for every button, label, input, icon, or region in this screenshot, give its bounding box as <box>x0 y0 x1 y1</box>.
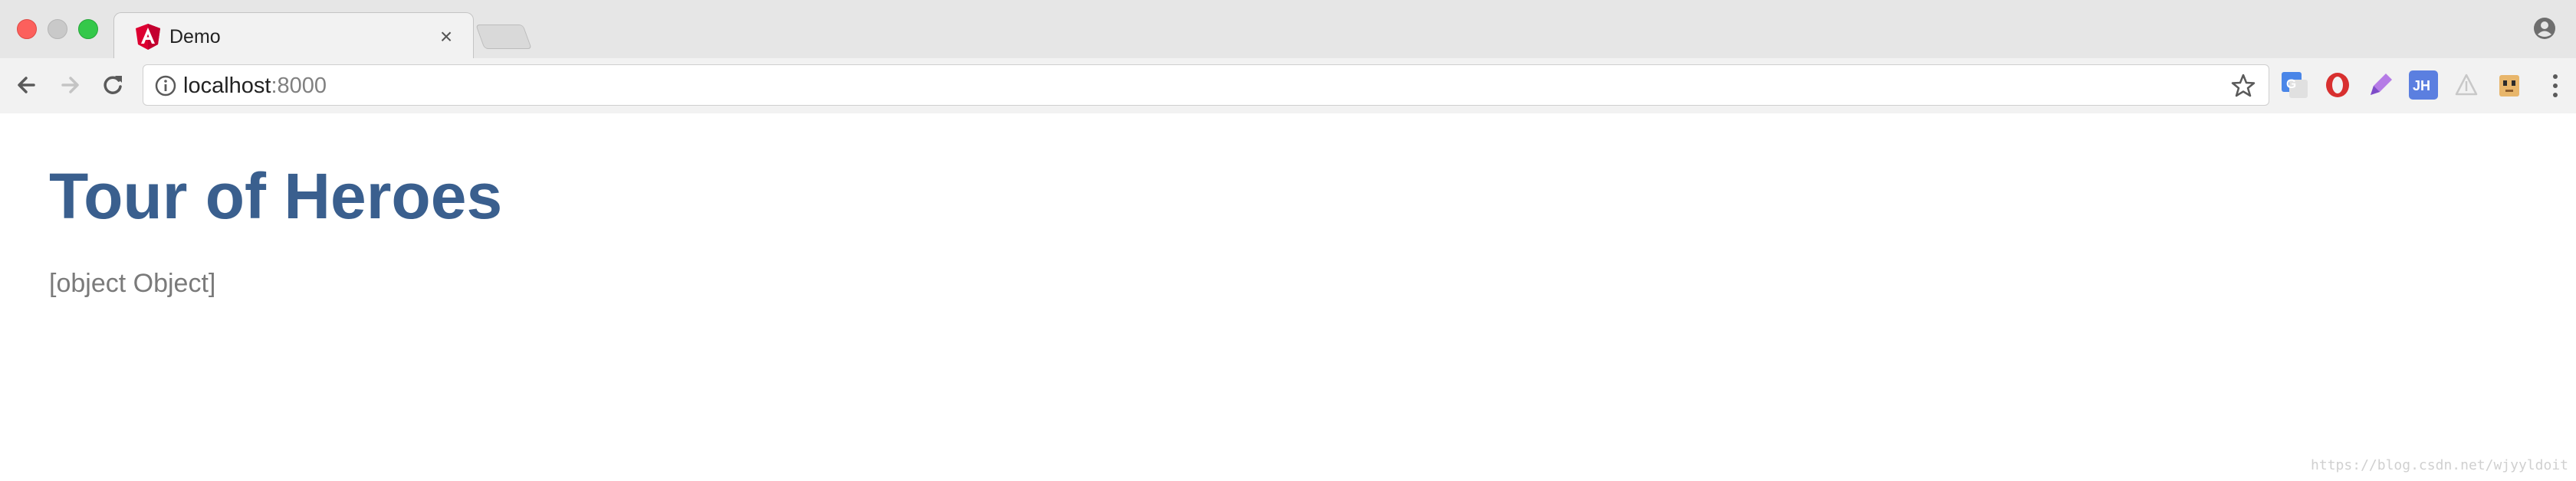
character-icon[interactable] <box>2495 70 2524 100</box>
page-content: Tour of Heroes [object Object] https://b… <box>0 115 2576 481</box>
tab-demo[interactable]: Demo × <box>113 12 474 60</box>
back-arrow-icon[interactable] <box>11 69 43 101</box>
svg-text:G: G <box>2286 77 2296 91</box>
new-tab-button[interactable] <box>475 25 532 49</box>
pen-icon[interactable] <box>2366 70 2395 100</box>
window-close-button[interactable] <box>17 19 37 39</box>
page-title: Tour of Heroes <box>49 160 503 232</box>
url-port: :8000 <box>271 74 327 98</box>
forward-arrow-icon[interactable] <box>54 69 86 101</box>
tab-title: Demo <box>169 26 221 47</box>
info-icon[interactable] <box>154 74 177 97</box>
page-body-text: [object Object] <box>49 269 216 298</box>
triangle-icon[interactable] <box>2452 70 2481 100</box>
reload-icon[interactable] <box>97 69 129 101</box>
window-minimize-button[interactable] <box>48 19 67 39</box>
google-translate-icon[interactable]: G <box>2280 70 2309 100</box>
address-url[interactable]: localhost:8000 <box>183 73 327 99</box>
menu-dots-icon[interactable] <box>2550 72 2561 100</box>
url-host: localhost <box>183 74 271 98</box>
tab-strip: Demo × <box>0 0 2576 60</box>
window-maximize-button[interactable] <box>78 19 98 39</box>
address-bar[interactable]: localhost:8000 <box>143 64 2269 106</box>
tab-close-button[interactable]: × <box>435 25 458 48</box>
profile-icon[interactable] <box>2533 17 2556 40</box>
jh-icon-label: JH <box>2413 78 2430 93</box>
browser-toolbar: localhost:8000 G JH <box>0 58 2576 113</box>
opera-icon[interactable] <box>2323 70 2352 100</box>
browser-chrome: Demo × localhost:8000 G JH <box>0 0 2576 113</box>
jh-icon[interactable]: JH <box>2409 70 2438 100</box>
angular-icon <box>136 24 160 50</box>
watermark: https://blog.csdn.net/wjyyldoit <box>2311 457 2568 473</box>
bookmark-star-icon[interactable] <box>2230 73 2256 99</box>
